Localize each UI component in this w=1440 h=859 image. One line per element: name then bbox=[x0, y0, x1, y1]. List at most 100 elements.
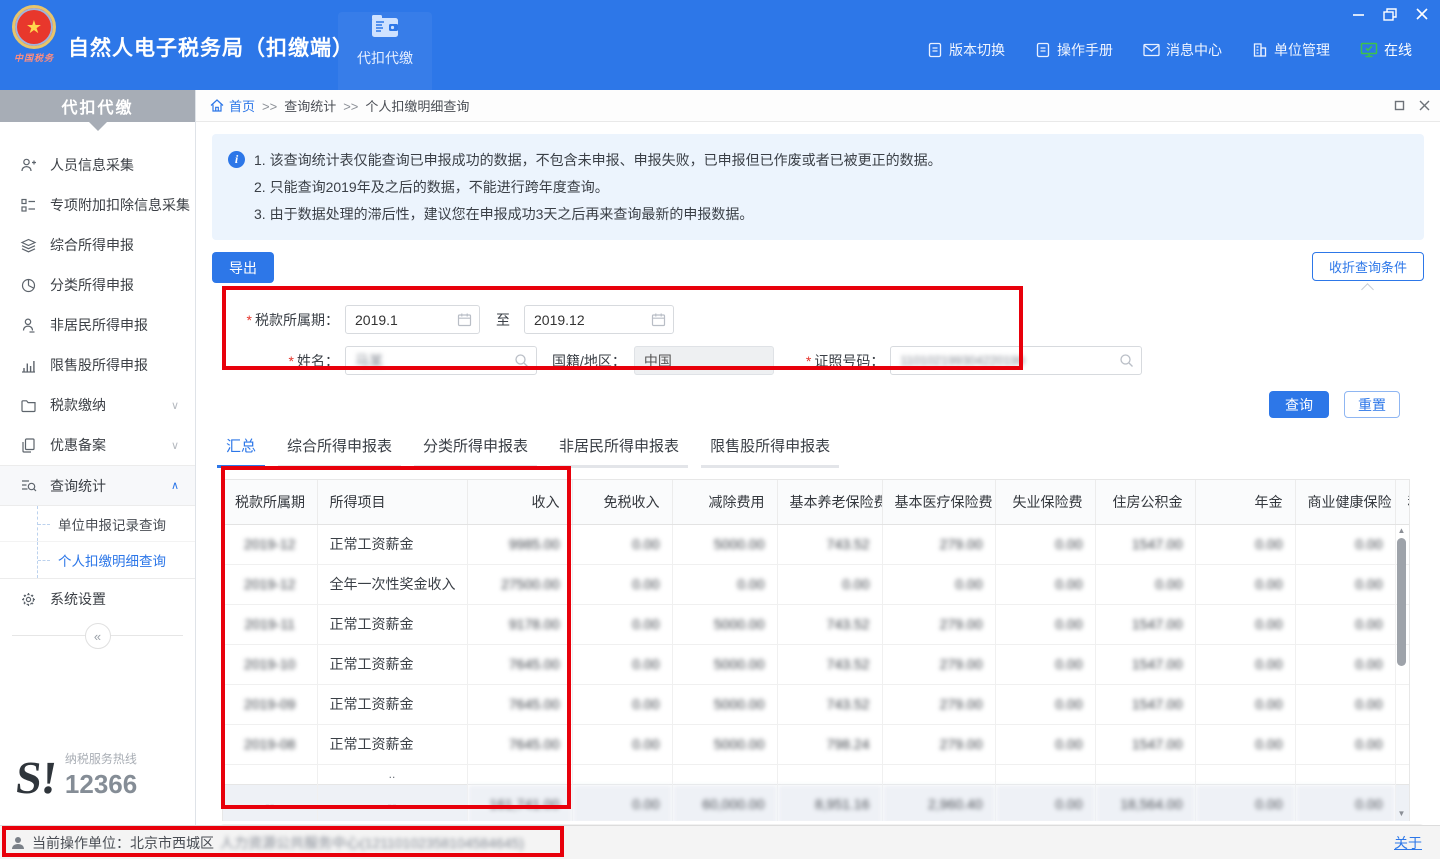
sidebar-item-label: 系统设置 bbox=[50, 589, 106, 609]
sidebar-collapse-button[interactable]: « bbox=[85, 623, 111, 649]
breadcrumb-item[interactable]: 个人扣缴明细查询 bbox=[365, 99, 469, 114]
sidebar-item-6[interactable]: 限售股所得申报 bbox=[0, 345, 195, 385]
value-cell: 0.00 bbox=[995, 784, 1095, 821]
reset-button[interactable]: 重置 bbox=[1344, 391, 1400, 418]
restore-button[interactable] bbox=[1382, 6, 1398, 22]
sidebar: 代扣代缴 人员信息采集专项附加扣除信息采集综合所得申报分类所得申报非居民所得申报… bbox=[0, 90, 196, 825]
about-link[interactable]: 关于 bbox=[1394, 833, 1422, 853]
sidebar-subitem-1[interactable]: 单位申报记录查询 bbox=[0, 506, 195, 542]
collapse-query-button[interactable]: 收折查询条件 bbox=[1312, 252, 1424, 281]
column-header: 失业保险费 bbox=[995, 480, 1095, 524]
vertical-scrollbar[interactable]: ▲ ▼ bbox=[1395, 526, 1408, 819]
period-cell: 2019-08 bbox=[223, 724, 317, 764]
tab-4[interactable]: 非居民所得申报表 bbox=[550, 435, 688, 468]
value-cell: 1547.00 bbox=[1095, 524, 1195, 564]
search-list-icon bbox=[20, 477, 37, 494]
name-input[interactable]: 马某 bbox=[345, 346, 537, 375]
notice-line-3: i3. 由于数据处理的滞后性，建议您在申报成功3天之后再来查询最新的申报数据。 bbox=[228, 201, 1406, 228]
value-cell: 0.00 bbox=[995, 724, 1095, 764]
value-cell: 0.00 bbox=[1195, 684, 1295, 724]
header-link-1[interactable]: 版本切换 bbox=[927, 40, 1005, 60]
gear-icon bbox=[20, 591, 37, 608]
tab-2[interactable]: 综合所得申报表 bbox=[278, 435, 401, 468]
header-link-3[interactable]: 消息中心 bbox=[1143, 40, 1222, 60]
scroll-up-icon[interactable]: ▲ bbox=[1398, 526, 1406, 536]
id-number-input[interactable]: 110102199304220199 bbox=[890, 346, 1142, 375]
sidebar-item-2[interactable]: 专项附加扣除信息采集 bbox=[0, 185, 195, 225]
period-cell: 2019-11 bbox=[223, 604, 317, 644]
nav-tab-withholding[interactable]: 代扣代缴 bbox=[338, 12, 432, 90]
close-button[interactable] bbox=[1414, 6, 1430, 22]
scroll-down-icon[interactable]: ▼ bbox=[1398, 809, 1406, 819]
value-cell: 7645.00 bbox=[467, 684, 572, 724]
panel-maximize-icon[interactable] bbox=[1394, 100, 1405, 111]
result-tabs: 汇总综合所得申报表分类所得申报表非居民所得申报表限售股所得申报表 bbox=[217, 435, 1424, 468]
value-cell: 0.00 bbox=[572, 564, 672, 604]
minimize-button[interactable] bbox=[1350, 6, 1366, 22]
window-controls bbox=[1350, 6, 1430, 22]
table-row[interactable]: 2019-11正常工资薪金9178.000.005000.00743.52279… bbox=[223, 604, 1410, 644]
sidebar-item-8[interactable]: 优惠备案∨ bbox=[0, 425, 195, 465]
value-cell: 60,000.00 bbox=[672, 784, 777, 821]
export-button[interactable]: 导出 bbox=[212, 252, 274, 283]
sidebar-submenu: 单位申报记录查询个人扣缴明细查询 bbox=[0, 505, 195, 579]
value-cell: 0.00 bbox=[1295, 604, 1395, 644]
sidebar-item-10[interactable]: 系统设置 bbox=[0, 579, 195, 619]
breadcrumb-home[interactable]: 首页 bbox=[210, 96, 255, 115]
sidebar-item-1[interactable]: 人员信息采集 bbox=[0, 145, 195, 185]
home-icon bbox=[210, 99, 224, 112]
to-label: 至 bbox=[496, 310, 510, 330]
header-link-4[interactable]: 单位管理 bbox=[1252, 40, 1330, 60]
value-cell: 0.00 bbox=[1295, 724, 1395, 764]
income-item-cell: 正常工资薪金 bbox=[317, 524, 467, 564]
pie-chart-icon bbox=[20, 277, 37, 294]
sidebar-item-4[interactable]: 分类所得申报 bbox=[0, 265, 195, 305]
sidebar-item-9[interactable]: 查询统计∧ bbox=[0, 465, 195, 505]
tab-1[interactable]: 汇总 bbox=[217, 435, 265, 468]
column-header: 税款所属期 bbox=[223, 480, 317, 524]
notice-line-2: i2. 只能查询2019年及之后的数据，不能进行跨年度查询。 bbox=[228, 174, 1406, 201]
value-cell: 0.00 bbox=[1195, 724, 1295, 764]
period-from-input[interactable]: 2019.1 bbox=[345, 305, 480, 334]
period-to-input[interactable]: 2019.12 bbox=[524, 305, 674, 334]
table-row[interactable]: ----161,741.000.0060,000.008,951.162,960… bbox=[223, 784, 1410, 821]
sidebar-item-label: 税款缴纳 bbox=[50, 395, 106, 415]
vertical-scroll-thumb[interactable] bbox=[1397, 538, 1406, 666]
table-row[interactable]: 2019-12全年一次性奖金收入27500.000.000.000.000.00… bbox=[223, 564, 1410, 604]
sidebar-item-5[interactable]: 非居民所得申报 bbox=[0, 305, 195, 345]
value-cell: 1547.00 bbox=[1095, 644, 1195, 684]
toolbar: 导出 收折查询条件 bbox=[212, 252, 1424, 294]
panel-close-icon[interactable] bbox=[1419, 100, 1430, 111]
notice-text: 1. 该查询统计表仅能查询已申报成功的数据，不包含未申报、申报失败，已申报但已作… bbox=[254, 147, 942, 174]
chevron-up-icon bbox=[1362, 283, 1375, 296]
period-cell: 2019-12 bbox=[223, 564, 317, 604]
tab-5[interactable]: 限售股所得申报表 bbox=[701, 435, 839, 468]
hotline-mark: S! bbox=[14, 760, 59, 797]
sidebar-subitem-2[interactable]: 个人扣缴明细查询 bbox=[0, 542, 195, 578]
copy-icon bbox=[20, 437, 37, 454]
tab-3[interactable]: 分类所得申报表 bbox=[414, 435, 537, 468]
value-cell: 743.52 bbox=[777, 684, 882, 724]
query-button[interactable]: 查询 bbox=[1269, 391, 1329, 418]
header-link-2[interactable]: 操作手册 bbox=[1035, 40, 1113, 60]
sidebar-item-7[interactable]: 税款缴纳∨ bbox=[0, 385, 195, 425]
sidebar-item-label: 专项附加扣除信息采集 bbox=[50, 195, 190, 215]
column-header: 免税收入 bbox=[572, 480, 672, 524]
app-header: ★ 中国税务 自然人电子税务局（扣缴端） 代扣代缴 版本切换操作手册消息中心单位… bbox=[0, 0, 1440, 90]
building-icon bbox=[1252, 42, 1268, 58]
column-header: 商业健康保险 bbox=[1295, 480, 1395, 524]
table-row[interactable]: 2019-09正常工资薪金7645.000.005000.00743.52279… bbox=[223, 684, 1410, 724]
sidebar-item-label: 人员信息采集 bbox=[50, 155, 134, 175]
search-icon bbox=[1119, 353, 1134, 368]
table-row[interactable]: 2019-12正常工资薪金9985.000.005000.00743.52279… bbox=[223, 524, 1410, 564]
table-row[interactable]: 2019-10正常工资薪金7645.000.005000.00743.52279… bbox=[223, 644, 1410, 684]
value-cell: 0.00 bbox=[572, 644, 672, 684]
header-link-label: 单位管理 bbox=[1274, 40, 1330, 60]
breadcrumb-trail: >>查询统计>>个人扣缴明细查询 bbox=[255, 96, 469, 115]
online-status: 在线 bbox=[1360, 40, 1412, 60]
breadcrumb-item[interactable]: 查询统计 bbox=[284, 99, 336, 114]
sidebar-section-caret bbox=[89, 122, 107, 131]
table-row[interactable]: 2019-08正常工资薪金7645.000.005000.00798.24279… bbox=[223, 724, 1410, 764]
value-cell: 0.00 bbox=[882, 564, 995, 604]
sidebar-item-3[interactable]: 综合所得申报 bbox=[0, 225, 195, 265]
